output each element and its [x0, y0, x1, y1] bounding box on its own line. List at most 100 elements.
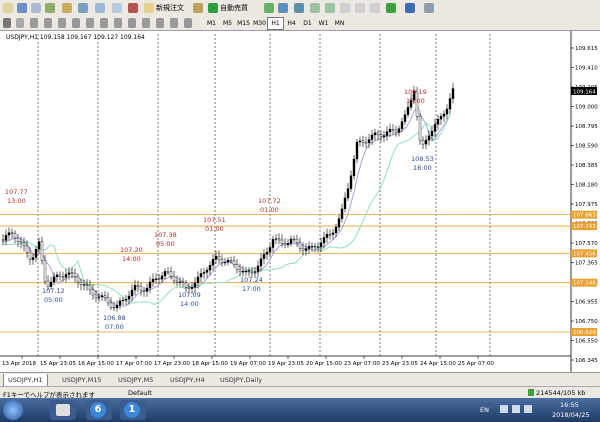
autotrade-icon[interactable] [208, 3, 218, 13]
timeframe-w1[interactable]: W1 [315, 17, 332, 30]
price-label: 108.385 [575, 163, 598, 169]
price-chart[interactable]: USDJPY,H1 109.158 109.167 109.127 109.16… [0, 31, 600, 372]
time-label: 20 Apr 15:00 [306, 361, 342, 367]
candle-body [94, 294, 98, 298]
candle-body [40, 241, 44, 261]
new-chart-icon[interactable] [3, 3, 13, 13]
chart-properties-icon[interactable] [112, 3, 122, 13]
autoscroll-icon[interactable] [355, 3, 365, 13]
cycles-icon[interactable] [170, 18, 178, 28]
candle-body [166, 271, 170, 273]
tab-usdjpy-h4[interactable]: USDJPY,H4 [166, 374, 209, 386]
data-window-icon[interactable] [45, 3, 55, 13]
candle-body [250, 270, 254, 273]
candle-body [331, 232, 335, 235]
timeframe-m15[interactable]: M15 [235, 17, 252, 30]
taskbar-metatrader[interactable] [50, 400, 76, 420]
tray-volume-icon[interactable] [524, 405, 532, 413]
candle-body [31, 257, 35, 260]
candle-body [424, 139, 428, 145]
chart-shift-icon[interactable] [370, 3, 380, 13]
tray-flag-icon[interactable] [500, 405, 508, 413]
chart-window[interactable]: USDJPY,H1 109.158 109.167 109.127 109.16… [0, 31, 600, 372]
candle-body [400, 121, 404, 129]
candle-body [391, 128, 395, 131]
timeframe-d1[interactable]: D1 [299, 17, 316, 30]
candle-body [37, 241, 41, 250]
text-icon[interactable] [100, 18, 108, 28]
taskbar-app-6[interactable]: 6 [86, 400, 112, 420]
annotation-price: 107.20 [120, 246, 143, 254]
tile-icon[interactable] [340, 3, 350, 13]
time-label: 15 Apr 23:05 [40, 361, 76, 367]
trendline-icon[interactable] [58, 18, 66, 28]
candle-body [223, 261, 227, 264]
tab-usdjpy-m5[interactable]: USDJPY,M5 [114, 374, 157, 386]
chart-tabs: USDJPY,H1 USDJPY,M15 USDJPY,M5 USDJPY,H4… [0, 372, 600, 387]
taskbar-app-1[interactable]: 1 [120, 400, 146, 420]
andrews-icon[interactable] [184, 18, 192, 28]
market-watch-icon[interactable] [31, 3, 41, 13]
language-indicator[interactable]: EN [480, 406, 489, 414]
tab-usdjpy-daily[interactable]: USDJPY,Daily [216, 374, 266, 386]
candlestick-icon[interactable] [278, 3, 288, 13]
timeframe-h4[interactable]: H4 [283, 17, 300, 30]
label-icon[interactable] [114, 18, 122, 28]
chart-info: USDJPY,H1 109.158 109.167 109.127 109.16… [6, 34, 145, 41]
fibonacci-icon[interactable] [86, 18, 94, 28]
candle-body [319, 242, 323, 247]
candle-body [451, 88, 455, 99]
candle-body [106, 297, 110, 304]
new-order-button[interactable]: 新規注文 [154, 2, 186, 14]
vertical-line-icon[interactable] [30, 18, 38, 28]
gann-icon[interactable] [156, 18, 164, 28]
horizontal-line-icon[interactable] [44, 18, 52, 28]
shapes-icon[interactable] [142, 18, 150, 28]
tray-network-icon[interactable] [512, 405, 520, 413]
timeframe-m1[interactable]: M1 [203, 17, 220, 30]
candle-body [28, 252, 32, 260]
zoom-out-icon[interactable] [325, 3, 335, 13]
new-order-icon[interactable] [144, 3, 154, 13]
candle-body [316, 246, 320, 248]
timeframe-mn[interactable]: MN [331, 17, 348, 30]
bar-chart-icon[interactable] [264, 3, 274, 13]
timeframe-m5[interactable]: M5 [219, 17, 236, 30]
channel-icon[interactable] [72, 18, 80, 28]
candle-body [181, 281, 185, 283]
candle-body [172, 276, 176, 282]
terminal-icon[interactable] [78, 3, 88, 13]
autotrade-button[interactable]: 自動売買 [218, 2, 250, 14]
navigator-icon[interactable] [62, 3, 72, 13]
candle-body [154, 278, 158, 280]
cursor-icon[interactable] [3, 18, 11, 28]
start-button[interactable] [3, 400, 23, 420]
arrows-icon[interactable] [128, 18, 136, 28]
crosshair-icon[interactable] [16, 18, 24, 28]
line-chart-icon[interactable] [294, 3, 304, 13]
price-label: 107.365 [575, 261, 598, 267]
strategy-tester-icon[interactable] [95, 3, 105, 13]
indicators-icon[interactable] [386, 3, 396, 13]
dot-icon[interactable] [128, 3, 138, 13]
timeframe-m30[interactable]: M30 [251, 17, 268, 30]
candle-body [10, 232, 14, 234]
zoom-in-icon[interactable] [310, 3, 320, 13]
status-traffic: 214544/105 kb [536, 389, 586, 397]
timeframe-h1[interactable]: H1 [267, 17, 284, 30]
templates-icon[interactable] [424, 3, 434, 13]
candle-body [283, 243, 287, 246]
time-label: 18 Apr 15:00 [192, 361, 228, 367]
time-label: 23 Apr 07:00 [344, 361, 380, 367]
taskbar-time[interactable]: 16:55 [560, 401, 579, 409]
candle-body [55, 274, 59, 278]
candle-body [421, 139, 425, 145]
candle-body [379, 134, 383, 137]
candle-body [232, 260, 236, 265]
annotation-price: 107.51 [203, 216, 226, 224]
periods-icon[interactable] [405, 3, 415, 13]
profiles-icon[interactable] [17, 3, 27, 13]
meta-editor-icon[interactable] [193, 3, 203, 13]
taskbar-date[interactable]: 2018/04/25 [552, 411, 589, 419]
tab-usdjpy-m15[interactable]: USDJPY,M15 [58, 374, 106, 386]
